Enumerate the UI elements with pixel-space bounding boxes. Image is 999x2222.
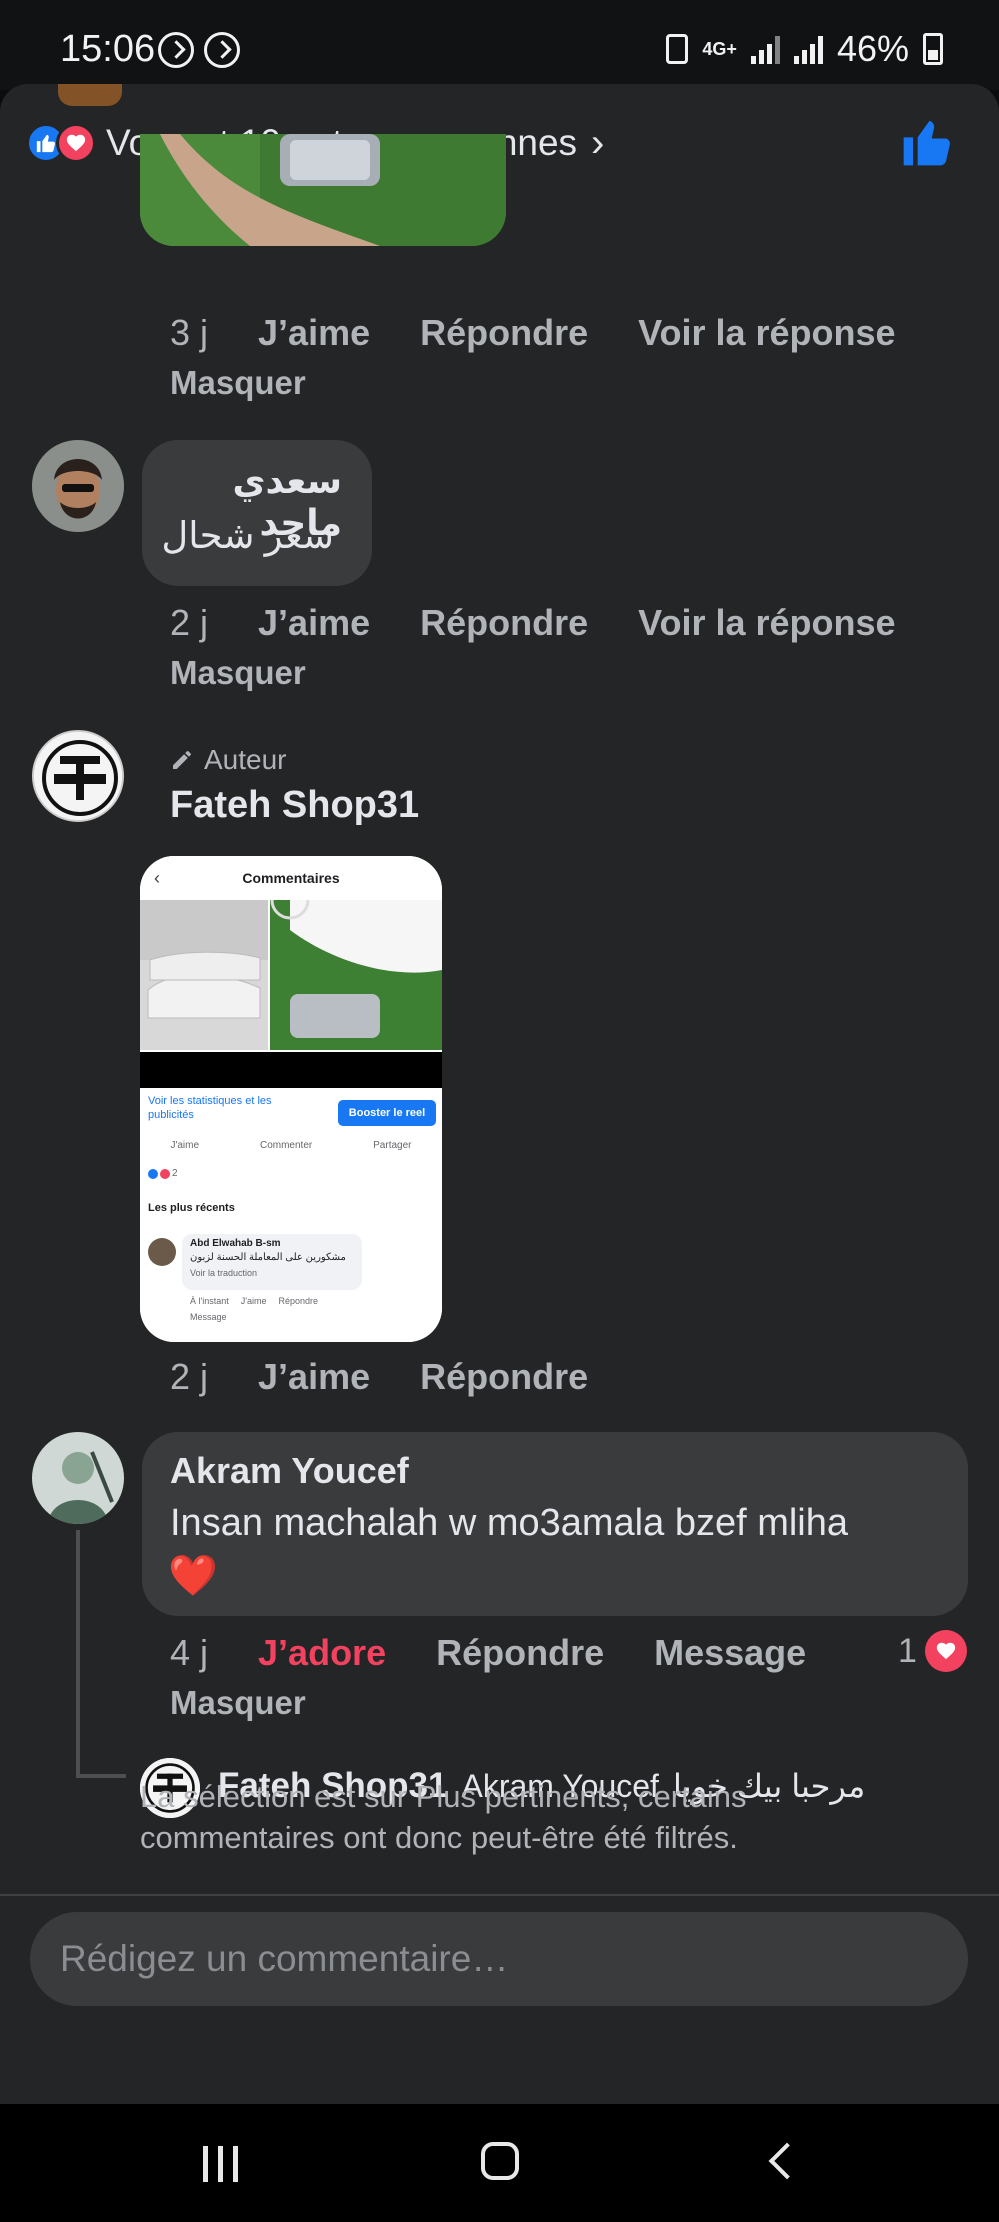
battery-percent: 46% bbox=[836, 28, 909, 69]
love-reaction-icon bbox=[924, 1630, 967, 1672]
screenshot-meta-like: J'aime bbox=[240, 1296, 267, 1306]
message-link[interactable]: Message bbox=[654, 1632, 806, 1674]
comment-time: 2 j bbox=[170, 1356, 209, 1397]
love-reaction-link[interactable]: J’adore bbox=[258, 1632, 386, 1674]
shop-logo bbox=[34, 732, 122, 820]
comment-text: سعر شحال bbox=[161, 515, 334, 556]
network-type: 4G+ bbox=[702, 39, 737, 59]
thumbs-up-icon bbox=[903, 121, 950, 166]
reaction-count-number: 1 bbox=[898, 1631, 917, 1670]
reply-link[interactable]: Répondre bbox=[420, 1356, 588, 1398]
home-button[interactable] bbox=[481, 2142, 519, 2180]
reply-link[interactable]: Répondre bbox=[436, 1632, 604, 1674]
like-post-button[interactable] bbox=[899, 114, 955, 170]
view-reply-link[interactable]: Voir la réponse bbox=[638, 312, 895, 354]
comment-bubble[interactable]: Akram Youcef Insan machalah w mo3amala b… bbox=[142, 1432, 968, 1616]
hide-link[interactable]: Masquer bbox=[170, 654, 306, 692]
screenshot-translate: Voir la traduction bbox=[190, 1268, 258, 1278]
screenshot-reaction-count: 2 bbox=[172, 1168, 178, 1179]
comment-bubble[interactable]: سعدي ماجد سعر شحال bbox=[142, 440, 372, 586]
navigation-status-icon bbox=[158, 32, 194, 68]
comment-image[interactable] bbox=[140, 134, 506, 246]
screenshot-meta-message: Message bbox=[190, 1312, 227, 1322]
recycle-icon bbox=[666, 34, 689, 64]
screenshot-share: Partager bbox=[373, 1140, 412, 1151]
like-link[interactable]: J’aime bbox=[258, 1356, 370, 1398]
reply-link[interactable]: Répondre bbox=[420, 312, 588, 354]
author-badge: Auteur bbox=[170, 744, 287, 776]
reply-link[interactable]: Répondre bbox=[420, 602, 588, 644]
boost-reel-button: Booster le reel bbox=[338, 1100, 436, 1126]
comment-time: 2 j bbox=[170, 602, 209, 643]
composer-placeholder: Rédigez un commentaire… bbox=[60, 1938, 509, 1979]
like-link[interactable]: J’aime bbox=[258, 602, 370, 644]
comment-actions: 4 j J’adore Répondre Message bbox=[170, 1632, 806, 1674]
comment-composer-input[interactable]: Rédigez un commentaire… bbox=[30, 1912, 968, 2006]
pencil-icon bbox=[173, 751, 191, 769]
comment-text: Insan machalah w mo3amala bzef mliha bbox=[170, 1502, 849, 1544]
commenter-name[interactable]: Fateh Shop31 bbox=[170, 784, 419, 827]
commenter-name[interactable]: Akram Youcef bbox=[170, 1450, 409, 1492]
watermark-logo bbox=[58, 84, 122, 106]
watch-photo bbox=[140, 134, 506, 246]
battery-icon bbox=[923, 33, 943, 65]
screenshot-sort-label: Les plus récents bbox=[148, 1202, 235, 1214]
filter-notice: La sélection est sur Plus pertinents, ce… bbox=[140, 1779, 747, 1855]
comment-actions: 3 j J’aime Répondre Voir la réponse bbox=[170, 312, 896, 354]
signal-icon bbox=[750, 34, 780, 64]
comment-actions: 2 j J’aime Répondre bbox=[170, 1356, 588, 1398]
status-bar: 15:06 4G+ 46% bbox=[0, 0, 999, 90]
comment-actions: 2 j J’aime Répondre Voir la réponse bbox=[170, 602, 896, 644]
navigation-status-icon bbox=[204, 32, 240, 68]
stats-link: Voir les statistiques et les publicités bbox=[148, 1095, 272, 1121]
recents-button[interactable] bbox=[203, 2146, 238, 2182]
reaction-count[interactable]: 1 bbox=[898, 1630, 967, 1672]
avatar[interactable] bbox=[32, 730, 124, 822]
user-photo bbox=[32, 1432, 124, 1524]
screenshot-commenter-name: Abd Elwahab B-sm bbox=[190, 1238, 281, 1249]
avatar[interactable] bbox=[32, 440, 124, 532]
like-link[interactable]: J’aime bbox=[258, 312, 370, 354]
heart-emoji: ❤️ bbox=[168, 1554, 218, 1598]
status-time: 15:06 bbox=[60, 28, 156, 70]
thread-line bbox=[76, 1530, 80, 1778]
hide-link[interactable]: Masquer bbox=[170, 1684, 306, 1722]
user-photo bbox=[32, 440, 124, 532]
comment-time: 3 j bbox=[170, 312, 209, 353]
screenshot-comment: Commenter bbox=[259, 1140, 313, 1151]
thread-line bbox=[76, 1774, 126, 1778]
divider bbox=[0, 1894, 999, 1896]
screenshot-meta-time: À l'instant bbox=[190, 1296, 229, 1306]
screenshot-header: Commentaires bbox=[242, 870, 340, 886]
screenshot-meta-reply: Répondre bbox=[278, 1296, 319, 1306]
signal-icon bbox=[793, 34, 823, 64]
comment-screenshot-image[interactable]: ‹ Commentaires Voir les statistiques et … bbox=[140, 856, 442, 1342]
back-button[interactable] bbox=[768, 2142, 806, 2180]
chevron-right-icon: › bbox=[591, 120, 605, 165]
comment-time: 4 j bbox=[170, 1632, 209, 1673]
screenshot-commenter-text: مشكورين على المعاملة الحسنة لزبون bbox=[190, 1252, 346, 1263]
love-reaction-icon bbox=[56, 123, 96, 163]
system-navigation-bar bbox=[0, 2104, 999, 2222]
hide-link[interactable]: Masquer bbox=[170, 364, 306, 402]
view-reply-link[interactable]: Voir la réponse bbox=[638, 602, 895, 644]
author-label: Auteur bbox=[204, 744, 287, 775]
shoe-and-watch-photos bbox=[140, 900, 442, 1050]
screenshot-like: J'aime bbox=[170, 1140, 200, 1151]
avatar[interactable] bbox=[32, 1432, 124, 1524]
